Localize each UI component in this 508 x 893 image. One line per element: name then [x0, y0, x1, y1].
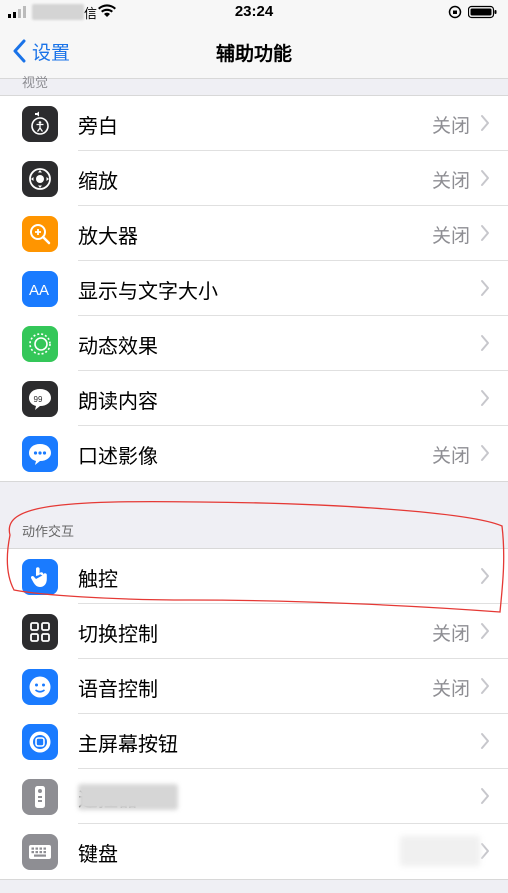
touch-icon [22, 559, 58, 595]
chevron-right-icon [481, 170, 489, 186]
settings-row-text-size[interactable]: AA 显示与文字大小 [0, 261, 508, 316]
row-label: 语音控制 [78, 677, 158, 701]
row-value: 关闭 [431, 225, 470, 247]
clock: 23:24 [234, 3, 274, 20]
redacted-label [78, 784, 178, 810]
section-header-interaction: 动作交互 [22, 525, 75, 540]
chevron-right-icon [481, 678, 489, 694]
chevron-right-icon [481, 623, 489, 639]
settings-row-magnifier[interactable]: 放大器 关闭 [0, 206, 508, 261]
row-label: 动态效果 [78, 334, 158, 358]
chevron-right-icon [481, 115, 489, 131]
chevron-right-icon [481, 788, 489, 804]
magnifier-icon [22, 216, 58, 252]
chevron-right-icon [481, 225, 489, 241]
navigation-bar: 设置 辅助功能 [0, 26, 508, 79]
section-header-vision: 视觉 [22, 76, 49, 91]
settings-row-voice-control[interactable]: 语音控制 关闭 [0, 659, 508, 714]
zoom-icon [22, 161, 58, 197]
settings-row-motion[interactable]: 动态效果 [0, 316, 508, 371]
battery-icon [468, 5, 497, 19]
svg-text:99: 99 [34, 395, 43, 404]
chevron-right-icon [481, 335, 489, 351]
settings-row-zoom[interactable]: 缩放 关闭 [0, 151, 508, 206]
voice-control-icon [22, 669, 58, 705]
row-label: 朗读内容 [78, 389, 158, 413]
settings-row-touch[interactable]: 触控 [0, 549, 508, 604]
remote-icon [22, 779, 58, 815]
row-label: 口述影像 [78, 444, 158, 468]
settings-row-spoken-content[interactable]: 99 朗读内容 [0, 371, 508, 426]
row-label: 旁白 [78, 114, 118, 138]
motion-icon [22, 326, 58, 362]
voiceover-icon [22, 106, 58, 142]
row-label: 显示与文字大小 [78, 279, 218, 303]
row-value: 关闭 [431, 170, 470, 192]
chevron-right-icon [481, 843, 489, 859]
row-label: 切换控制 [78, 622, 158, 646]
settings-row-remote[interactable]: 遥控器 [0, 769, 508, 824]
interaction-settings-group: 触控切换控制关闭语音控制关闭主屏幕按钮遥控器键盘 [0, 548, 508, 880]
row-label: 放大器 [78, 224, 138, 248]
settings-row-switch-control[interactable]: 切换控制 关闭 [0, 604, 508, 659]
rotation-lock-icon [448, 5, 462, 19]
settings-row-voiceover[interactable]: 旁白 关闭 [0, 96, 508, 151]
text-size-icon: AA [22, 271, 58, 307]
settings-row-home-button[interactable]: 主屏幕按钮 [0, 714, 508, 769]
chevron-right-icon [481, 390, 489, 406]
vision-settings-group: 旁白 关闭 缩放 关闭 放大器 关闭 AA 显示与文字大小 动态效果 99 朗读内容 口述影像 关闭 [0, 95, 508, 482]
redacted-area [400, 836, 480, 866]
switch-control-icon [22, 614, 58, 650]
spoken-content-icon: 99 [22, 381, 58, 417]
chevron-right-icon [481, 568, 489, 584]
chevron-right-icon [481, 733, 489, 749]
keyboard-icon [22, 834, 58, 870]
row-label: 键盘 [78, 842, 118, 866]
page-title: 辅助功能 [215, 43, 292, 65]
chevron-right-icon [481, 280, 489, 296]
row-value: 关闭 [431, 623, 470, 645]
status-bar: 信 23:24 [0, 0, 508, 26]
row-label: 主屏幕按钮 [78, 732, 178, 756]
row-value: 关闭 [431, 678, 470, 700]
settings-row-audio-description[interactable]: 口述影像 关闭 [0, 426, 508, 481]
chevron-right-icon [481, 445, 489, 461]
row-value: 关闭 [431, 115, 470, 137]
row-value: 关闭 [431, 445, 470, 467]
row-label: 触控 [78, 567, 118, 591]
home-button-icon [22, 724, 58, 760]
svg-text:AA: AA [29, 282, 49, 299]
audio-description-icon [22, 436, 58, 472]
row-label: 缩放 [78, 169, 118, 193]
